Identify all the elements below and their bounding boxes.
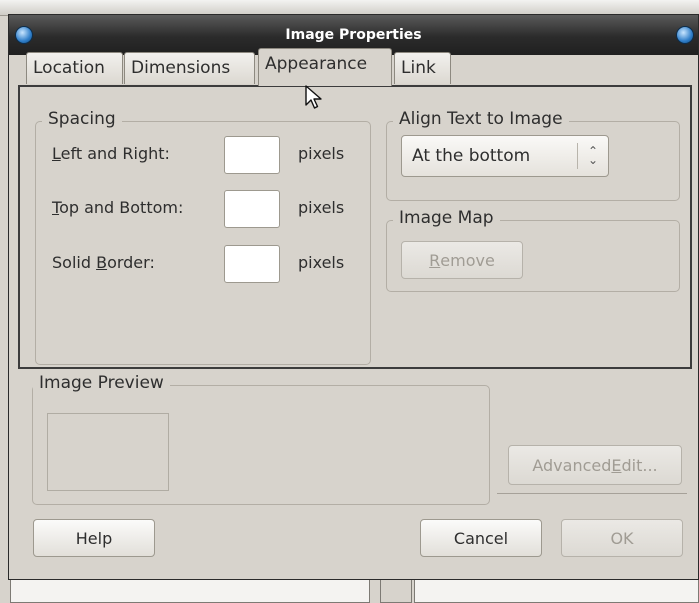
tab-dimensions[interactable]: Dimensions	[124, 52, 255, 84]
align-text-selected: At the bottom	[412, 146, 531, 166]
image-preview-box	[47, 413, 169, 491]
top-bottom-unit: pixels	[298, 198, 345, 217]
background-pane-right	[414, 580, 699, 603]
window-menu-orb-icon[interactable]	[15, 26, 33, 44]
solid-border-label: Solid Border:	[52, 253, 155, 272]
top-bottom-input[interactable]	[224, 190, 280, 228]
tab-location-label: Location	[33, 58, 105, 78]
mouse-pointer-icon	[305, 85, 322, 109]
spacing-group-title: Spacing	[42, 109, 122, 129]
help-button[interactable]: Help	[33, 519, 155, 557]
background-pane-divider	[380, 580, 412, 603]
screen-root: Image Properties Location Dimensions App…	[0, 0, 699, 603]
spacing-group: Spacing Left and Right: pixels Top and B…	[35, 109, 371, 365]
image-preview-group-title: Image Preview	[33, 373, 170, 393]
up-down-arrows-icon: ⌃ ⌄	[587, 144, 599, 167]
solid-border-input[interactable]	[224, 245, 280, 283]
tab-appearance-label: Appearance	[265, 54, 368, 74]
advanced-edit-button[interactable]: Advanced Edit...	[508, 445, 682, 485]
tab-link[interactable]: Link	[394, 52, 451, 84]
left-right-input[interactable]	[224, 136, 280, 174]
align-text-group: Align Text to Image At the bottom ⌃ ⌄	[386, 109, 680, 201]
background-window-strip-bottom	[0, 580, 699, 603]
tab-appearance[interactable]: Appearance	[258, 48, 392, 86]
align-text-group-title: Align Text to Image	[393, 109, 569, 129]
tab-location[interactable]: Location	[26, 52, 123, 84]
left-right-unit: pixels	[298, 144, 345, 163]
ok-button[interactable]: OK	[561, 519, 683, 557]
appearance-panel: Spacing Left and Right: pixels Top and B…	[18, 85, 692, 369]
window-close-orb-icon[interactable]	[676, 26, 694, 44]
tab-dimensions-label: Dimensions	[131, 58, 231, 78]
align-text-select[interactable]: At the bottom ⌃ ⌄	[401, 135, 609, 177]
image-preview-group: Image Preview	[32, 373, 490, 505]
background-pane-left	[10, 580, 370, 603]
remove-button[interactable]: Remove	[401, 241, 523, 279]
left-right-label: Left and Right:	[52, 144, 170, 163]
solid-border-unit: pixels	[298, 253, 345, 272]
image-map-group-title: Image Map	[393, 208, 500, 228]
image-map-group: Image Map Remove	[386, 208, 680, 292]
separator-line	[497, 493, 687, 494]
tab-link-label: Link	[401, 58, 436, 78]
top-bottom-label: Top and Bottom:	[52, 198, 184, 217]
cancel-button[interactable]: Cancel	[420, 519, 542, 557]
window-title: Image Properties	[285, 27, 422, 43]
